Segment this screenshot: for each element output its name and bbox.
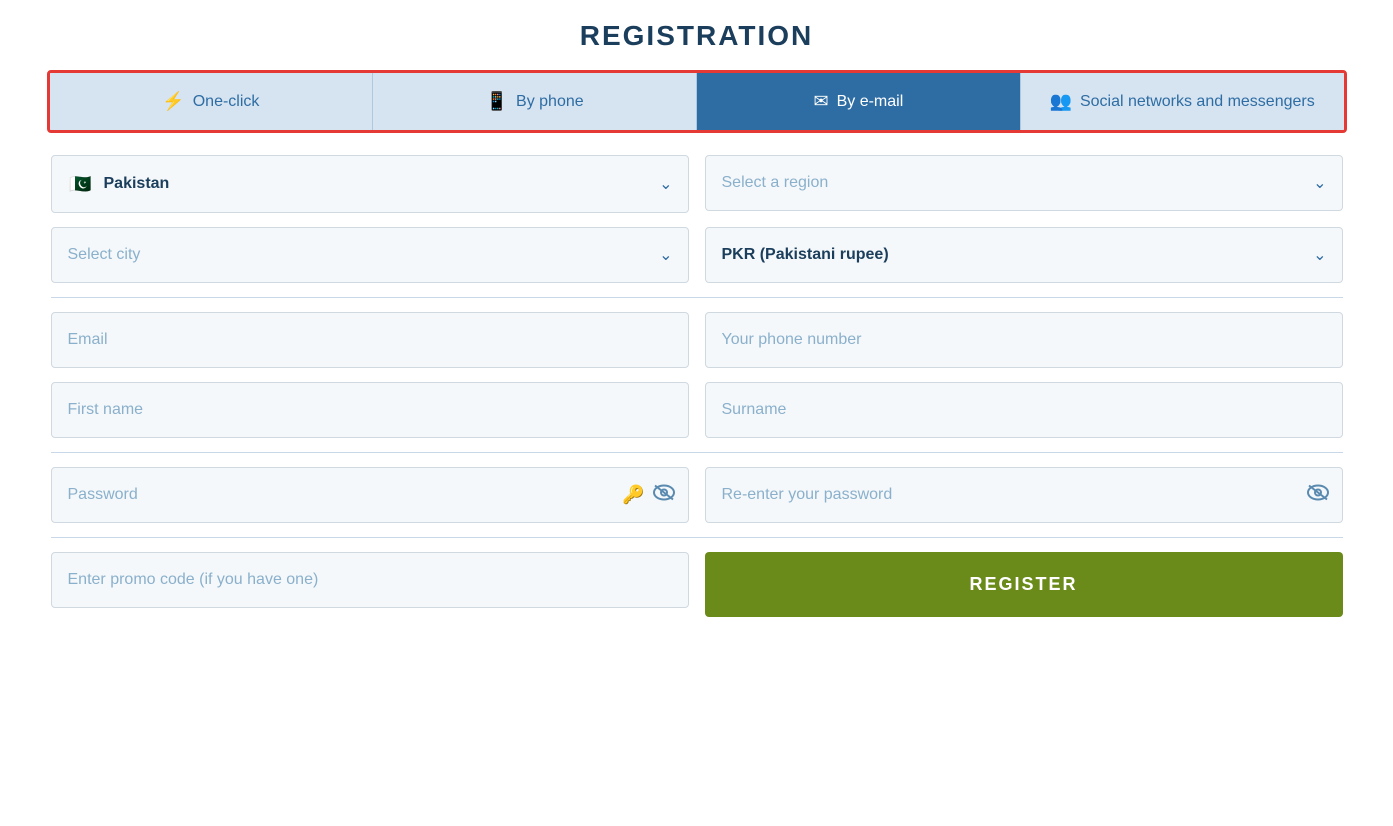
city-col: ⌄ [51,227,689,283]
surname-col [705,382,1343,438]
city-select-wrapper: ⌄ [51,227,689,283]
divider-1 [51,297,1343,298]
promo-col [51,552,689,617]
password-col: 🔑 [51,467,689,523]
register-col: REGISTER [705,552,1343,617]
tab-social[interactable]: 👥 Social networks and messengers [1021,73,1344,130]
tab-one-click-label: One-click [193,93,260,111]
password-wrapper: 🔑 [51,467,689,523]
firstname-col [51,382,689,438]
page-title: REGISTRATION [47,20,1347,52]
country-name: Pakistan [104,175,170,193]
repassword-icons [1307,484,1329,507]
email-icon: ✉ [813,91,828,112]
firstname-field[interactable] [51,382,689,438]
country-select[interactable]: 🇵🇰 Pakistan [51,155,689,213]
divider-3 [51,537,1343,538]
password-row: 🔑 [51,467,1343,523]
city-select[interactable] [51,227,689,283]
register-button[interactable]: REGISTER [705,552,1343,617]
phone-icon: 📱 [486,91,508,112]
password-field[interactable] [51,467,689,523]
show-repassword-icon[interactable] [1307,484,1329,507]
surname-field[interactable] [705,382,1343,438]
country-region-row: 🇵🇰 Pakistan ⌄ ⌄ [51,155,1343,213]
promo-register-row: REGISTER [51,552,1343,617]
currency-col: ⌄ [705,227,1343,283]
tab-by-phone-label: By phone [516,93,584,111]
tab-one-click[interactable]: ⚡ One-click [50,73,374,130]
region-col: ⌄ [705,155,1343,213]
country-flag: 🇵🇰 [68,174,94,194]
lightning-icon: ⚡ [162,91,184,112]
divider-2 [51,452,1343,453]
social-icon: 👥 [1050,91,1072,112]
name-row [51,382,1343,438]
tab-by-phone[interactable]: 📱 By phone [373,73,697,130]
country-select-wrapper: 🇵🇰 Pakistan ⌄ [51,155,689,213]
email-field[interactable] [51,312,689,368]
region-select[interactable] [705,155,1343,211]
key-icon: 🔑 [622,485,644,506]
tabs-container: ⚡ One-click 📱 By phone ✉ By e-mail 👥 Soc… [47,70,1347,133]
currency-select[interactable] [705,227,1343,283]
promo-field[interactable] [51,552,689,608]
currency-select-wrapper: ⌄ [705,227,1343,283]
tab-social-label: Social networks and messengers [1080,93,1315,111]
tab-by-email[interactable]: ✉ By e-mail [697,73,1021,130]
show-password-icon[interactable] [653,484,675,507]
country-col: 🇵🇰 Pakistan ⌄ [51,155,689,213]
page-wrapper: REGISTRATION ⚡ One-click 📱 By phone ✉ By… [47,20,1347,617]
phone-field[interactable] [705,312,1343,368]
repassword-col [705,467,1343,523]
repassword-wrapper [705,467,1343,523]
form-section: 🇵🇰 Pakistan ⌄ ⌄ ⌄ [47,155,1347,617]
email-phone-row [51,312,1343,368]
tab-by-email-label: By e-mail [837,93,904,111]
email-col [51,312,689,368]
repassword-field[interactable] [705,467,1343,523]
region-select-wrapper: ⌄ [705,155,1343,211]
city-currency-row: ⌄ ⌄ [51,227,1343,283]
password-icons: 🔑 [622,484,674,507]
phone-col [705,312,1343,368]
